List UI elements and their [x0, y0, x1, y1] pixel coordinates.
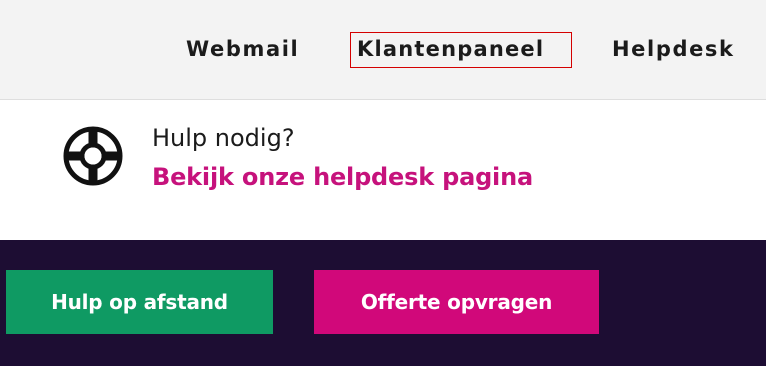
top-navigation: Webmail Klantenpaneel Helpdesk	[0, 0, 766, 100]
lifebuoy-icon	[63, 126, 123, 186]
nav-link-webmail[interactable]: Webmail	[186, 33, 299, 65]
request-quote-button[interactable]: Offerte opvragen	[314, 270, 599, 334]
remote-help-button[interactable]: Hulp op afstand	[6, 270, 273, 334]
help-question: Hulp nodig?	[152, 124, 295, 152]
nav-link-helpdesk[interactable]: Helpdesk	[612, 33, 735, 65]
helpdesk-page-link[interactable]: Bekijk onze helpdesk pagina	[152, 159, 533, 195]
nav-link-klantenpaneel[interactable]: Klantenpaneel	[350, 32, 572, 68]
